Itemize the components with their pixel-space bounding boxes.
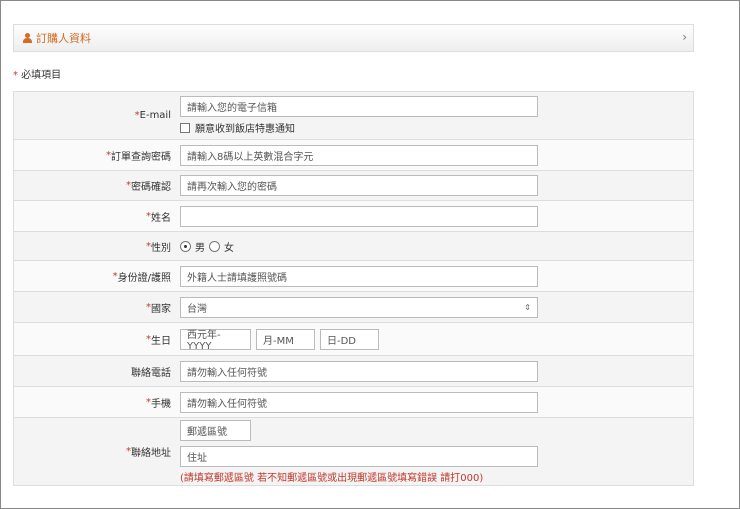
- form-row-phone: 聯絡電話 請勿輸入任何符號: [14, 356, 693, 387]
- email-input[interactable]: 請輸入您的電子信箱: [180, 96, 538, 117]
- password-label: 訂單查詢密碼: [111, 151, 171, 163]
- password-input[interactable]: 請輸入8碼以上英數混合字元: [180, 144, 538, 166]
- gender-female-label: 女: [224, 242, 234, 254]
- required-note-text: 必填項目: [18, 70, 62, 81]
- panel-title: 訂購人資料: [36, 32, 91, 45]
- user-icon: [23, 33, 32, 43]
- birth-month-input[interactable]: 月-MM: [256, 328, 315, 350]
- id-number-input[interactable]: 外籍人士請填護照號碼: [180, 265, 538, 287]
- name-label: 姓名: [151, 212, 171, 224]
- email-label: E-mail: [139, 110, 171, 121]
- gender-label: 性別: [151, 242, 171, 254]
- country-value: 台灣: [187, 303, 207, 315]
- gender-male-label: 男: [195, 242, 205, 254]
- form-row-country: * 國家 台灣 ⇕: [14, 292, 693, 323]
- password-confirm-label: 密碼確認: [131, 182, 171, 193]
- gender-female-radio[interactable]: [209, 240, 220, 252]
- address-input[interactable]: 住址: [180, 445, 538, 467]
- address-hint: (請填寫郵遞區號 若不知郵遞區號或出現郵遞區號填寫錯誤 請打000): [180, 472, 484, 484]
- form-row-mobile: * 手機 請勿輸入任何符號: [14, 387, 693, 418]
- country-label: 國家: [151, 303, 171, 315]
- gender-male-radio[interactable]: [180, 240, 191, 252]
- password-confirm-input[interactable]: 請再次輸入您的密碼: [180, 175, 538, 196]
- panel-header[interactable]: 訂購人資料 ›: [13, 24, 694, 52]
- zip-input[interactable]: 郵遞區號: [180, 419, 251, 441]
- mobile-input[interactable]: 請勿輸入任何符號: [180, 391, 538, 413]
- mobile-label: 手機: [151, 398, 171, 410]
- form-row-password: * 訂單查詢密碼 請輸入8碼以上英數混合字元: [14, 140, 693, 171]
- customer-form: * E-mail 請輸入您的電子信箱 願意收到飯店特惠通知 * 訂單查詢密碼 請輸入…: [13, 91, 694, 486]
- birth-day-input[interactable]: 日-DD: [320, 328, 379, 350]
- address-label: 聯絡地址: [131, 448, 171, 459]
- form-row-birthday: * 生日 西元年-YYYY 月-MM 日-DD: [14, 323, 693, 356]
- form-row-email: * E-mail 請輸入您的電子信箱 願意收到飯店特惠通知: [14, 92, 693, 140]
- form-row-gender: * 性別 男 女: [14, 232, 693, 261]
- chevron-right-icon[interactable]: ›: [682, 30, 687, 44]
- required-note: * 必填項目: [13, 66, 61, 81]
- phone-input[interactable]: 請勿輸入任何符號: [180, 360, 538, 382]
- opt-in-checkbox[interactable]: [180, 122, 190, 133]
- id-number-label: 身份證/護照: [117, 272, 171, 284]
- country-select[interactable]: 台灣 ⇕: [180, 296, 538, 318]
- opt-in-label: 願意收到飯店特惠通知: [195, 124, 295, 135]
- form-row-password-confirm: * 密碼確認 請再次輸入您的密碼: [14, 171, 693, 201]
- birth-year-input[interactable]: 西元年-YYYY: [180, 328, 251, 352]
- birthday-label: 生日: [151, 335, 171, 347]
- form-row-address: * 聯絡地址 郵遞區號 住址 (請填寫郵遞區號 若不知郵遞區號或出現郵遞區號填寫錯…: [14, 418, 693, 486]
- name-input[interactable]: [180, 205, 538, 227]
- form-row-name: * 姓名: [14, 201, 693, 232]
- select-arrow-icon: ⇕: [524, 302, 531, 312]
- form-row-id-number: * 身份證/護照 外籍人士請填護照號碼: [14, 261, 693, 292]
- phone-label: 聯絡電話: [131, 367, 171, 379]
